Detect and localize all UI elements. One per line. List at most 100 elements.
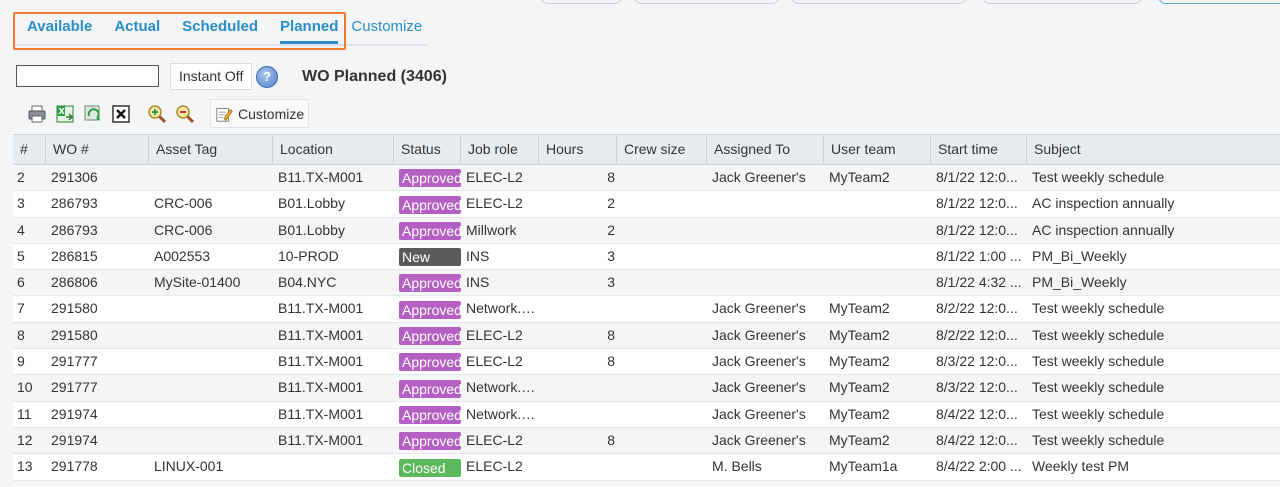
- table-cell: 8/1/22 12:0...: [936, 169, 1018, 185]
- table-cell: [824, 244, 931, 269]
- table-cell: 286815: [51, 247, 98, 264]
- instant-toggle-button[interactable]: Instant Off: [170, 63, 253, 90]
- tab-customize-link[interactable]: Customize: [349, 10, 433, 46]
- column-header[interactable]: Subject: [1027, 135, 1280, 164]
- table-cell: Approved: [394, 296, 461, 321]
- table-row[interactable]: 8 291580 B11.TX-M001 Approved ELEC-L2 8 Jack G…: [13, 322, 1280, 350]
- table-cell: Test weekly schedule: [1032, 379, 1165, 396]
- customize-button[interactable]: Customize: [210, 99, 310, 128]
- table-cell: Approved: [394, 375, 461, 400]
- table-cell: B11.TX-M001: [278, 169, 364, 185]
- table-cell: 8/2/22 12:0...: [936, 326, 1018, 343]
- tab-actual[interactable]: Actual: [103, 10, 171, 46]
- table-cell: 8: [607, 326, 615, 343]
- table-cell: [539, 296, 617, 321]
- table-cell: Test weekly schedule: [1032, 405, 1165, 422]
- table-row[interactable]: 10 291777 B11.TX-M001 Approved Network.T... J…: [13, 375, 1280, 402]
- work-orders-table: # WO # Asset Tag Location Status Job role Hour…: [13, 134, 1280, 481]
- table-cell: [149, 165, 273, 190]
- zoom-out-icon[interactable]: [174, 103, 196, 125]
- tab-planned[interactable]: Planned: [269, 10, 349, 46]
- table-cell: Jack Greener's: [712, 431, 806, 448]
- column-header[interactable]: WO #: [46, 135, 149, 164]
- table-cell: Approved: [394, 323, 461, 348]
- search-input[interactable]: [16, 65, 159, 87]
- top-control[interactable]: [634, 0, 780, 4]
- table-row[interactable]: 2 291306 B11.TX-M001 Approved ELEC-L2 8 Jack G…: [13, 165, 1280, 192]
- table-cell: [707, 218, 824, 243]
- clear-icon[interactable]: [110, 103, 132, 125]
- column-header[interactable]: Asset Tag: [149, 135, 273, 164]
- top-control[interactable]: [982, 0, 1142, 4]
- top-search-control[interactable]: [1158, 0, 1280, 4]
- column-header[interactable]: Start time: [931, 135, 1027, 164]
- table-cell: Closed: [394, 454, 461, 479]
- refresh-icon[interactable]: [82, 103, 104, 125]
- table-cell: 286793: [51, 221, 98, 238]
- table-cell: ELEC-L2: [466, 195, 523, 212]
- column-header[interactable]: Crew size: [617, 135, 707, 164]
- table-cell: MyTeam2: [829, 169, 890, 185]
- table-row[interactable]: 4 286793 CRC-006 B01.Lobby Approved Millwork 2…: [13, 217, 1280, 244]
- table-cell: [617, 349, 707, 374]
- table-cell: [149, 296, 273, 321]
- table-row[interactable]: 6 286806 MySite-01400 B04.NYC Approved INS 3 8/…: [13, 270, 1280, 297]
- table-row[interactable]: 7 291580 B11.TX-M001 Approved Network.T... Ja…: [13, 296, 1280, 323]
- table-row[interactable]: 12 291974 B11.TX-M001 Approved ELEC-L2 8 Jack …: [13, 427, 1280, 455]
- status-badge: Approved: [399, 405, 461, 424]
- table-cell: [617, 165, 707, 190]
- print-icon[interactable]: [26, 103, 48, 125]
- column-header[interactable]: Status: [394, 135, 461, 164]
- table-cell: [707, 270, 824, 295]
- table-row[interactable]: 5 286815 A002553 10-PROD New INS 3 8/1/22 1:00 …: [13, 243, 1280, 271]
- table-cell: 8/1/22 1:00 ...: [936, 247, 1022, 264]
- tab-label: Actual: [114, 18, 161, 35]
- table-cell: B11.TX-M001: [278, 431, 364, 448]
- table-cell: 8/1/22 4:32 ...: [936, 274, 1022, 291]
- table-cell: ELEC-L2: [466, 458, 523, 475]
- table-cell: [617, 428, 707, 453]
- tab-label: Planned: [280, 18, 339, 44]
- customize-icon: [216, 107, 233, 122]
- export-excel-icon[interactable]: X: [54, 103, 76, 125]
- column-header[interactable]: Hours: [539, 135, 617, 164]
- column-header[interactable]: Assigned To: [707, 135, 824, 164]
- tab-scheduled[interactable]: Scheduled: [171, 10, 269, 46]
- table-cell: MyTeam2: [829, 405, 890, 422]
- table-cell: 3: [607, 247, 615, 264]
- zoom-in-icon[interactable]: [146, 103, 168, 125]
- table-row[interactable]: 13 291778 LINUX-001 Closed ELEC-L2 M. Bells My…: [13, 454, 1280, 481]
- top-control[interactable]: [791, 0, 967, 4]
- table-cell: B11.TX-M001: [278, 300, 364, 317]
- table-cell: 8: [607, 431, 615, 448]
- table-cell: Jack Greener's: [712, 300, 806, 317]
- table-row[interactable]: 11 291974 B11.TX-M001 Approved Network.T... J…: [13, 401, 1280, 428]
- table-cell: 8/1/22 12:0...: [936, 221, 1018, 238]
- table-cell: [617, 270, 707, 295]
- top-control[interactable]: [540, 0, 622, 4]
- table-cell: [617, 375, 707, 400]
- table-row[interactable]: 3 286793 CRC-006 B01.Lobby Approved ELEC-L2 2 8…: [13, 191, 1280, 218]
- table-cell: ELEC-L2: [466, 353, 523, 370]
- status-badge: Approved: [399, 195, 461, 214]
- column-header[interactable]: Job role: [461, 135, 539, 164]
- table-cell: 4: [17, 221, 25, 238]
- table-cell: Approved: [394, 428, 461, 453]
- table-cell: 291580: [51, 326, 98, 343]
- table-cell: 8/4/22 2:00 ...: [936, 458, 1022, 475]
- table-cell: 12: [17, 431, 33, 448]
- tab-available[interactable]: Available: [0, 10, 103, 46]
- column-header[interactable]: #: [13, 135, 46, 164]
- table-cell: 8: [607, 353, 615, 370]
- column-header[interactable]: User team: [824, 135, 931, 164]
- help-icon[interactable]: ?: [256, 66, 278, 88]
- table-row[interactable]: 9 291777 B11.TX-M001 Approved ELEC-L2 8 Jack G…: [13, 349, 1280, 376]
- status-badge: Approved: [399, 379, 461, 398]
- tabs-divider: [14, 44, 428, 46]
- table-cell: Millwork: [466, 221, 517, 238]
- status-badge: Approved: [399, 169, 461, 188]
- table-cell: [539, 454, 617, 479]
- table-cell: Test weekly schedule: [1032, 326, 1165, 343]
- column-header[interactable]: Location: [273, 135, 394, 164]
- status-badge: Approved: [399, 274, 461, 293]
